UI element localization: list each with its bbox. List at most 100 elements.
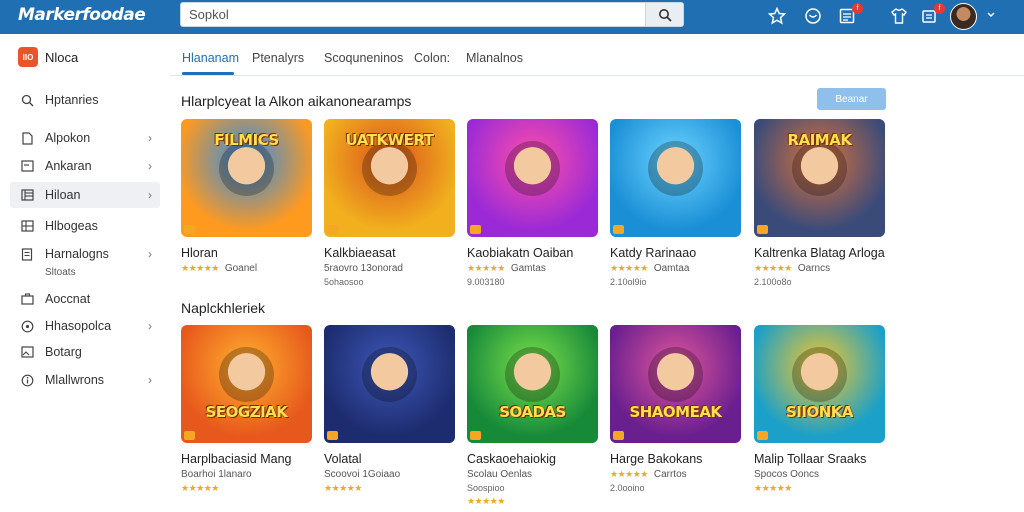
tab-2[interactable]: Ptenalyrs	[252, 51, 304, 65]
sidebar-item-label: Aoccnat	[45, 292, 91, 306]
see-all-button[interactable]: Beanar	[817, 88, 886, 110]
game-card[interactable]: SEOGZIAK Harplbaciasid Mang Boarhoi 1lan…	[181, 325, 312, 494]
game-title-art: SIIONKA	[785, 403, 854, 421]
doc-lines-icon	[20, 247, 34, 261]
game-name[interactable]: Volatal	[324, 452, 455, 466]
search-button[interactable]	[645, 3, 683, 26]
game-thumbnail[interactable]: RAIMAK	[754, 119, 885, 237]
sidebar-item-2[interactable]: Alpokon ›	[10, 125, 160, 151]
character-figure	[505, 347, 560, 402]
game-title-art: UATKWERT	[345, 131, 434, 149]
download-count: 5ohaosoo	[324, 277, 364, 287]
info-icon	[20, 373, 34, 387]
game-card[interactable]: SIIONKA Malip Tollaar Sraaks Spocos Oonc…	[754, 325, 885, 494]
tab-3[interactable]: Scoquneninos	[324, 51, 403, 65]
avatar[interactable]	[950, 3, 977, 30]
game-category: Gamtas	[510, 263, 546, 274]
game-thumbnail[interactable]	[467, 119, 598, 237]
sidebar-item-10[interactable]: Mlallwrons ›	[10, 367, 160, 393]
rating-badge-icon	[327, 225, 338, 234]
game-name[interactable]: Caskaoehaiokig	[467, 452, 598, 466]
button-label: Beanar	[835, 93, 868, 105]
chevron-right-icon: ›	[148, 319, 152, 333]
chevron-right-icon: ›	[148, 373, 152, 387]
game-thumbnail[interactable]	[610, 119, 741, 237]
star-icon[interactable]	[766, 5, 788, 27]
store-name: Nloca	[45, 49, 79, 65]
game-name[interactable]: Kaobiakatn Oaiban	[467, 246, 598, 260]
game-name[interactable]: Katdy Rarinaao	[610, 246, 741, 260]
sidebar-item-5[interactable]: Hlbogeas	[10, 213, 160, 239]
tab-5[interactable]: Mlanalnos	[466, 51, 523, 65]
notification-badge: f	[934, 3, 945, 14]
chevron-right-icon: ›	[148, 131, 152, 145]
rating-badge-icon	[613, 225, 624, 234]
game-card[interactable]: SHAOMEAK Harge Bakokans ★★★★★ Carrtos 2.…	[610, 325, 741, 493]
game-card[interactable]: RAIMAK Kaltrenka Blatag Arloga ★★★★★ Oar…	[754, 119, 885, 287]
star-rating-icon: ★★★★★	[324, 483, 362, 493]
shirt-icon[interactable]	[888, 5, 910, 27]
sidebar-item-7[interactable]: Aoccnat	[10, 286, 160, 312]
rating-badge-icon	[327, 431, 338, 440]
game-thumbnail[interactable]: SEOGZIAK	[181, 325, 312, 443]
sidebar-item-1[interactable]: Hptanries	[10, 87, 160, 113]
chevron-right-icon: ›	[148, 247, 152, 261]
game-thumbnail[interactable]	[324, 325, 455, 443]
sidebar-subitem[interactable]: Sltoats	[45, 267, 76, 278]
cart-icon[interactable]: f	[918, 3, 945, 27]
star-rating-icon: ★★★★★	[610, 469, 648, 479]
game-name[interactable]: Malip Tollaar Sraaks	[754, 452, 885, 466]
tab-4[interactable]: Colon:	[414, 51, 450, 65]
character-figure	[792, 347, 847, 402]
star-rating-icon: ★★★★★	[754, 263, 792, 273]
game-thumbnail[interactable]: SIIONKA	[754, 325, 885, 443]
game-card[interactable]: UATKWERT Kalkbiaeasat 5raovro 13onorad 5…	[324, 119, 455, 287]
sidebar-item-label: Mlallwrons	[45, 373, 105, 387]
game-name[interactable]: Harplbaciasid Mang	[181, 452, 312, 466]
game-name[interactable]: Kalkbiaeasat	[324, 246, 455, 260]
game-name[interactable]: Harge Bakokans	[610, 452, 741, 466]
notification-badge: f	[852, 3, 863, 14]
briefcase-icon	[20, 292, 34, 306]
game-category: Spocos Ooncs	[754, 469, 820, 480]
sidebar-item-3[interactable]: Ankaran ›	[10, 153, 160, 179]
chevron-right-icon: ›	[148, 159, 152, 173]
game-thumbnail[interactable]: SOADAS	[467, 325, 598, 443]
character-figure	[219, 141, 274, 196]
sidebar-item-9[interactable]: Botarg	[10, 339, 160, 365]
sidebar-item-8[interactable]: Hhasopolca ›	[10, 313, 160, 339]
game-card[interactable]: Katdy Rarinaao ★★★★★ Oamtaa 2.10ol9io	[610, 119, 741, 287]
game-name[interactable]: Hloran	[181, 246, 312, 260]
game-meta: Spocos Ooncs	[754, 469, 885, 480]
game-thumbnail[interactable]: UATKWERT	[324, 119, 455, 237]
download-count: Soospioo	[467, 483, 505, 493]
chevron-down-icon[interactable]	[986, 9, 996, 19]
game-name[interactable]: Kaltrenka Blatag Arloga	[754, 246, 885, 260]
site-logo[interactable]: Markerfoodae	[18, 5, 146, 25]
game-thumbnail[interactable]: SHAOMEAK	[610, 325, 741, 443]
top-bar: Markerfoodae f f	[0, 0, 1024, 34]
game-card[interactable]: SOADAS Caskaoehaiokig Scolau Oenlas Soos…	[467, 325, 598, 507]
section-title: Hlarplcyeat la Alkon aikanonearamps	[181, 93, 412, 109]
sidebar-item-4[interactable]: Hiloan ›	[10, 182, 160, 208]
rating-badge-icon	[184, 225, 195, 234]
chevron-right-icon: ›	[148, 188, 152, 202]
sidebar-item-label: Hptanries	[45, 93, 99, 107]
rating-badge-icon	[184, 431, 195, 440]
chat-icon[interactable]	[802, 5, 824, 27]
sidebar-item-6[interactable]: Harnalogns ›	[10, 241, 160, 267]
rating-badge-icon	[470, 225, 481, 234]
tab-1[interactable]: Hlananam	[182, 51, 239, 65]
calendar-icon	[20, 188, 34, 202]
store-header[interactable]: IIO Nloca	[18, 47, 78, 67]
character-figure	[505, 141, 560, 196]
game-thumbnail[interactable]: FILMICS	[181, 119, 312, 237]
game-card[interactable]: Kaobiakatn Oaiban ★★★★★ Gamtas 9.003180	[467, 119, 598, 287]
game-card[interactable]: Volatal Scoovoi 1Goiaao ★★★★★	[324, 325, 455, 494]
character-figure	[362, 347, 417, 402]
rating-badge-icon	[757, 431, 768, 440]
search-input[interactable]	[181, 3, 641, 26]
list-icon[interactable]: f	[836, 3, 863, 27]
game-title-art: SOADAS	[499, 403, 566, 421]
game-card[interactable]: FILMICS Hloran ★★★★★ Goanel	[181, 119, 312, 274]
